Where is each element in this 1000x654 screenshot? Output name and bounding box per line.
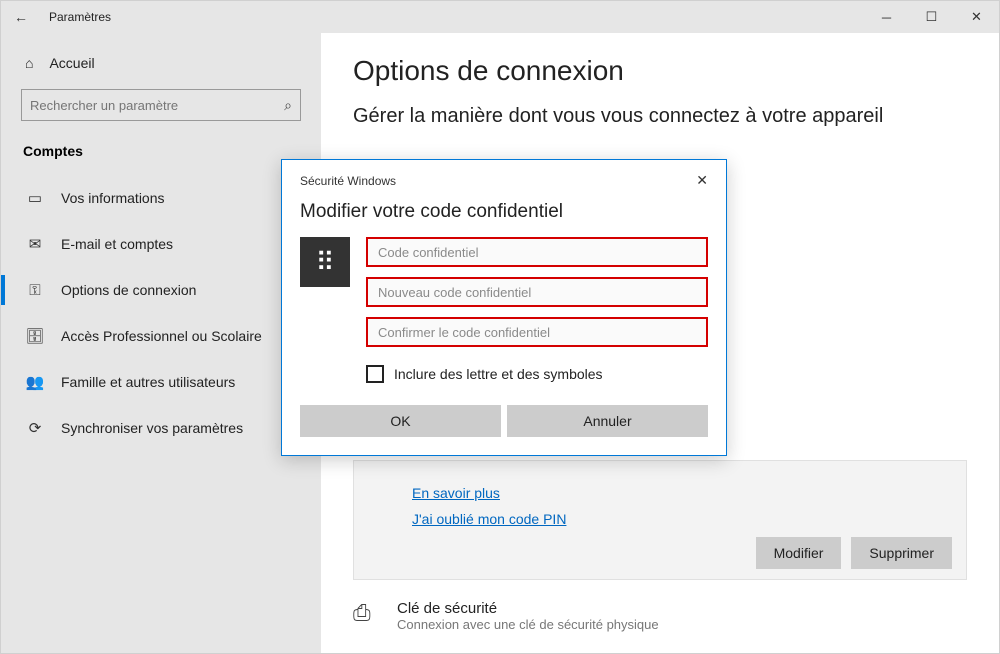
sidebar-item-sync[interactable]: ⟳ Synchroniser vos paramètres xyxy=(1,405,321,451)
search-icon: ⌕ xyxy=(284,97,292,114)
change-pin-dialog: Sécurité Windows ✕ Modifier votre code c… xyxy=(281,159,727,456)
people-icon: 👥 xyxy=(23,373,47,391)
usb-key-icon: ⎙ xyxy=(353,600,387,626)
confirm-pin-input[interactable] xyxy=(366,317,708,347)
window-title: Paramètres xyxy=(41,10,111,24)
sidebar-item-family[interactable]: 👥 Famille et autres utilisateurs xyxy=(1,359,321,405)
page-title: Options de connexion xyxy=(353,55,967,87)
sidebar-item-signin-options[interactable]: ⚿ Options de connexion xyxy=(1,267,321,313)
search-box[interactable]: ⌕ xyxy=(21,89,301,121)
home-label: Accueil xyxy=(49,55,94,71)
key-icon: ⚿ xyxy=(23,282,47,299)
dialog-header: Sécurité Windows xyxy=(300,174,692,188)
person-card-icon: ▭ xyxy=(23,189,47,207)
sidebar-item-email[interactable]: ✉ E-mail et comptes xyxy=(1,221,321,267)
title-bar: ← Paramètres ─ ☐ ✕ xyxy=(1,1,999,33)
ok-button[interactable]: OK xyxy=(300,405,501,437)
sidebar-item-label: Options de connexion xyxy=(61,282,196,298)
back-button[interactable]: ← xyxy=(1,9,41,25)
sidebar-item-infos[interactable]: ▭ Vos informations xyxy=(1,175,321,221)
option-desc: Connexion avec une clé de sécurité physi… xyxy=(397,617,659,632)
include-letters-label: Inclure des lettre et des symboles xyxy=(394,366,603,382)
sidebar-item-label: Vos informations xyxy=(61,190,165,206)
modify-button[interactable]: Modifier xyxy=(756,537,842,569)
current-pin-input[interactable] xyxy=(366,237,708,267)
search-input[interactable] xyxy=(30,98,284,113)
include-letters-checkbox[interactable] xyxy=(366,365,384,383)
option-title: Clé de sécurité xyxy=(397,600,659,617)
sidebar-item-label: E-mail et comptes xyxy=(61,236,173,252)
home-nav[interactable]: ⌂ Accueil xyxy=(1,45,321,81)
new-pin-input[interactable] xyxy=(366,277,708,307)
sidebar: ⌂ Accueil ⌕ Comptes ▭ Vos informations ✉… xyxy=(1,33,321,653)
sidebar-item-work-school[interactable]: 🗄 Accès Professionnel ou Scolaire xyxy=(1,313,321,359)
learn-more-link[interactable]: En savoir plus xyxy=(412,485,952,501)
sync-icon: ⟳ xyxy=(23,419,47,437)
dialog-close-button[interactable]: ✕ xyxy=(692,170,712,191)
maximize-button[interactable]: ☐ xyxy=(909,1,954,33)
briefcase-icon: 🗄 xyxy=(23,327,47,345)
keypad-icon: ⠿ xyxy=(300,237,350,287)
mail-icon: ✉ xyxy=(23,235,47,253)
delete-button[interactable]: Supprimer xyxy=(851,537,952,569)
home-icon: ⌂ xyxy=(25,55,33,71)
sidebar-item-label: Accès Professionnel ou Scolaire xyxy=(61,328,262,344)
cancel-button[interactable]: Annuler xyxy=(507,405,708,437)
forgot-pin-link[interactable]: J'ai oublié mon code PIN xyxy=(412,511,952,527)
section-header: Comptes xyxy=(1,133,321,175)
page-subtitle: Gérer la manière dont vous vous connecte… xyxy=(353,105,967,128)
minimize-button[interactable]: ─ xyxy=(864,1,909,33)
dialog-title: Modifier votre code confidentiel xyxy=(282,195,726,237)
sidebar-item-label: Synchroniser vos paramètres xyxy=(61,420,243,436)
close-button[interactable]: ✕ xyxy=(954,1,999,33)
option-security-key[interactable]: ⎙ Clé de sécurité Connexion avec une clé… xyxy=(353,590,967,642)
sidebar-item-label: Famille et autres utilisateurs xyxy=(61,374,235,390)
option-pin-expanded: En savoir plus J'ai oublié mon code PIN … xyxy=(353,460,967,580)
